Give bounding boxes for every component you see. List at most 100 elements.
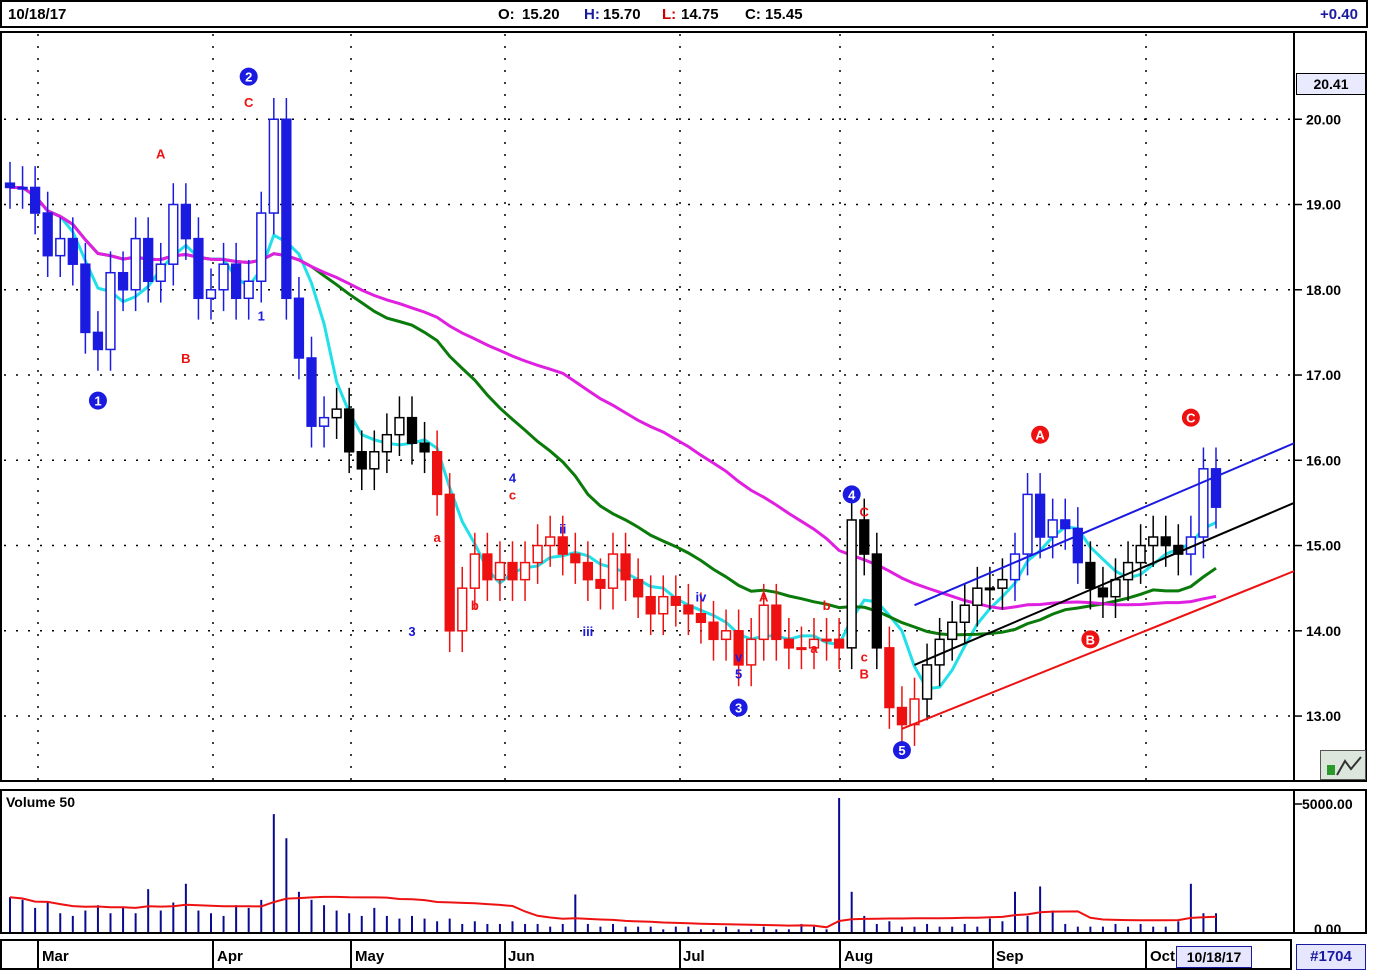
wave-label-9: B bbox=[181, 351, 190, 366]
candle-body bbox=[168, 203, 179, 265]
wave-label-11: 3 bbox=[408, 624, 415, 639]
candle-body bbox=[959, 604, 970, 624]
candle-body bbox=[570, 553, 581, 564]
candle-body bbox=[4, 182, 16, 189]
wave-label-26: B bbox=[860, 666, 869, 681]
low-label: L: bbox=[662, 6, 677, 23]
candle-body bbox=[896, 706, 908, 726]
high-label: H: bbox=[584, 6, 600, 23]
price-chart: 13.0014.0015.0016.0017.0018.0019.0020.00… bbox=[0, 31, 1367, 970]
candle-body bbox=[130, 237, 141, 291]
candle-body bbox=[406, 416, 418, 444]
wave-label-22: A bbox=[759, 590, 769, 605]
wave-label-15: c bbox=[509, 487, 516, 502]
candle-body bbox=[746, 638, 757, 666]
open-value: 15.20 bbox=[522, 6, 560, 23]
trendline-black bbox=[914, 501, 1295, 666]
candle-body bbox=[482, 553, 493, 581]
candle-body bbox=[457, 587, 468, 632]
candle-body bbox=[369, 451, 380, 470]
change-value: +0.40 bbox=[1320, 6, 1358, 23]
candle-body bbox=[180, 203, 192, 240]
header-date: 10/18/17 bbox=[8, 6, 67, 23]
wave-label-20: 5 bbox=[735, 666, 742, 681]
candle-body bbox=[833, 638, 845, 649]
candle-body bbox=[268, 118, 279, 214]
candle-body bbox=[306, 357, 317, 427]
candle-body bbox=[683, 604, 694, 615]
wave-label-23: a bbox=[810, 641, 818, 656]
candle-body bbox=[42, 212, 53, 257]
candle-body bbox=[444, 493, 455, 632]
candle-body bbox=[607, 553, 619, 589]
candle-body bbox=[1110, 578, 1121, 598]
candle-body bbox=[582, 561, 594, 581]
y-tick-label-1: 14.00 bbox=[1306, 623, 1341, 639]
candle-body bbox=[720, 630, 732, 641]
wave-label-6: B bbox=[1086, 632, 1095, 647]
close-label: C: bbox=[745, 6, 761, 23]
candle-body bbox=[557, 536, 568, 555]
candle-body bbox=[1060, 519, 1071, 530]
wave-label-21: 1 bbox=[258, 308, 265, 323]
wave-label-4: 5 bbox=[898, 743, 905, 758]
candle-body bbox=[921, 664, 933, 700]
candle-body bbox=[1135, 544, 1146, 564]
month-label-apr: Apr bbox=[217, 948, 243, 965]
candle-body bbox=[218, 263, 229, 291]
candle-body bbox=[67, 237, 78, 265]
candle-body bbox=[909, 698, 920, 726]
month-label-aug: Aug bbox=[844, 948, 874, 965]
month-label-jun: Jun bbox=[508, 948, 535, 965]
candle-body bbox=[344, 408, 355, 453]
candle-body bbox=[293, 297, 305, 359]
candle-body bbox=[243, 280, 254, 300]
y-tick-label-3: 16.00 bbox=[1306, 452, 1341, 468]
date-axis-frame bbox=[0, 939, 1292, 970]
candle-body bbox=[997, 578, 1008, 589]
wave-label-18: iv bbox=[696, 590, 708, 605]
candle-body bbox=[1148, 536, 1159, 547]
candle-body bbox=[381, 433, 393, 453]
wave-label-27: C bbox=[860, 504, 870, 519]
high-value: 15.70 bbox=[603, 6, 641, 23]
wave-label-13: a bbox=[434, 530, 442, 545]
candle-body bbox=[1047, 519, 1058, 538]
zoom-icon[interactable] bbox=[1320, 750, 1366, 780]
y-tick-label-5: 18.00 bbox=[1306, 282, 1341, 298]
wave-label-8: A bbox=[156, 146, 166, 161]
month-label-jul: Jul bbox=[683, 948, 705, 965]
candle-body bbox=[519, 561, 531, 581]
wave-label-3: 4 bbox=[848, 487, 856, 502]
close-value: 15.45 bbox=[765, 6, 803, 23]
candle-body bbox=[394, 416, 405, 436]
candle-body bbox=[972, 587, 983, 606]
candle-body bbox=[796, 647, 807, 651]
candle-body bbox=[620, 553, 631, 581]
wave-label-17: iii bbox=[582, 624, 593, 639]
candle-body bbox=[1122, 561, 1134, 581]
candle-body bbox=[230, 263, 242, 300]
y-tick-label-6: 19.00 bbox=[1306, 197, 1341, 213]
wave-label-2: 3 bbox=[735, 701, 742, 716]
candle-body bbox=[632, 578, 644, 598]
y-tick-label-4: 17.00 bbox=[1306, 367, 1341, 383]
month-label-sep: Sep bbox=[996, 948, 1024, 965]
month-label-oct: Oct bbox=[1150, 948, 1176, 965]
candle-body bbox=[55, 237, 66, 257]
candle-body bbox=[143, 237, 154, 282]
symbol-id-box: #1704 bbox=[1296, 944, 1366, 970]
candle-body bbox=[871, 553, 882, 649]
candle-body bbox=[1160, 536, 1171, 547]
candle-body bbox=[846, 519, 857, 649]
candle-body bbox=[1022, 493, 1033, 555]
y-tick-label-0: 13.00 bbox=[1306, 708, 1341, 724]
volume-panel-frame bbox=[0, 789, 1367, 934]
wave-label-0: 1 bbox=[94, 394, 101, 409]
candle-body bbox=[256, 212, 267, 282]
candle-body bbox=[695, 612, 707, 624]
candle-body bbox=[507, 561, 518, 581]
wave-label-7: C bbox=[1186, 411, 1196, 426]
volume-label: Volume 50 bbox=[6, 794, 75, 810]
wave-label-1: 2 bbox=[245, 70, 252, 85]
